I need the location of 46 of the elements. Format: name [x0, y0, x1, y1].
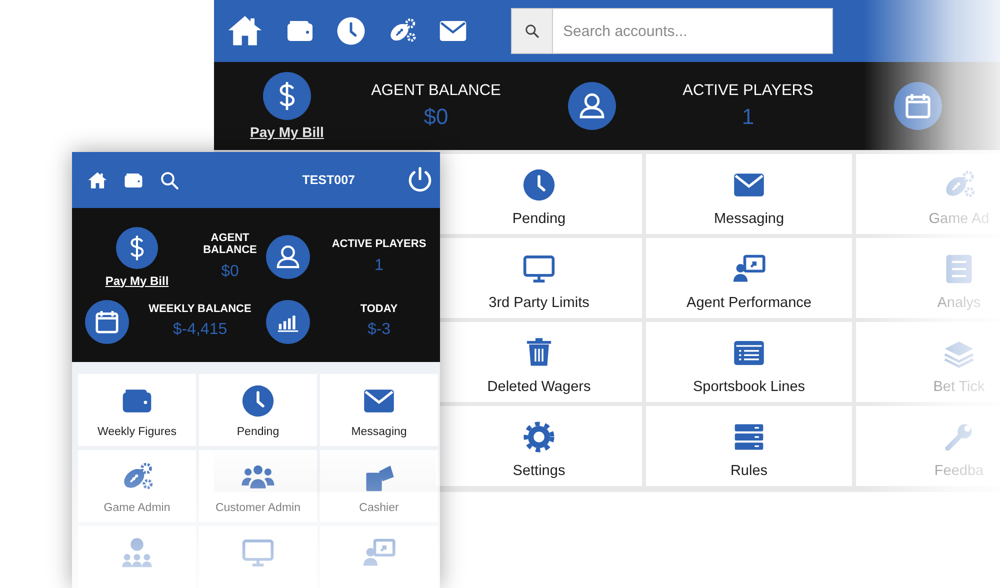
settings-icon [522, 420, 556, 454]
menu-tile[interactable]: Customer Admin [199, 450, 317, 522]
stat-label: AGENT BALANCE [202, 233, 258, 257]
menu-tile[interactable]: Messaging [646, 154, 852, 234]
clock-icon [241, 384, 275, 418]
menu-tile[interactable]: Sportsbook Lines [646, 322, 852, 402]
power-icon[interactable] [406, 166, 434, 194]
search-icon[interactable] [159, 170, 180, 190]
username: TEST007 [302, 173, 355, 187]
menu-tile[interactable]: Messaging [320, 374, 438, 446]
stat-value: $-3 [367, 321, 391, 340]
stat-value: 1 [374, 256, 384, 275]
clock-icon [522, 168, 556, 202]
pay-bill-link[interactable]: Pay My Bill [250, 124, 324, 140]
clock-icon[interactable] [336, 16, 366, 46]
stat-value: $0 [221, 262, 239, 281]
menu-tile[interactable] [78, 526, 196, 588]
stat-value: 1 [742, 104, 754, 130]
menu-tile[interactable]: Pending [199, 374, 317, 446]
dollar-icon [263, 72, 311, 120]
stat-label: TODAY [360, 304, 398, 316]
menu-tile[interactable] [320, 526, 438, 588]
stat-value: $-4,415 [172, 321, 228, 340]
search-icon [524, 23, 540, 39]
menu-tile[interactable]: Weekly Figures [78, 374, 196, 446]
search-button[interactable] [511, 8, 553, 54]
dollar-icon [116, 226, 158, 268]
calendar-icon [894, 82, 942, 130]
person-icon [568, 82, 616, 130]
menu-tile[interactable]: Cashier [320, 450, 438, 522]
stat-value: $0 [424, 104, 448, 130]
menu-tile[interactable]: Rules [646, 406, 852, 486]
person-icon [266, 235, 310, 279]
menu-tile[interactable] [199, 526, 317, 588]
menu-tile[interactable]: Game Admin [78, 450, 196, 522]
bar-chart-icon [266, 300, 310, 344]
globe-people-icon [120, 536, 154, 570]
menu-tile[interactable]: Agent Performance [646, 238, 852, 318]
pay-bill-link[interactable]: Pay My Bill [105, 274, 169, 288]
search-field[interactable]: Search accounts... [553, 8, 833, 54]
home-icon[interactable] [87, 170, 108, 190]
stat-label: ACTIVE PLAYERS [682, 82, 814, 100]
stat-label: AGENT BALANCE [371, 82, 501, 100]
stat-label: WEEKLY BALANCE [148, 304, 252, 316]
calendar-icon [85, 300, 129, 344]
stat-label: ACTIVE PLAYERS [332, 239, 426, 251]
